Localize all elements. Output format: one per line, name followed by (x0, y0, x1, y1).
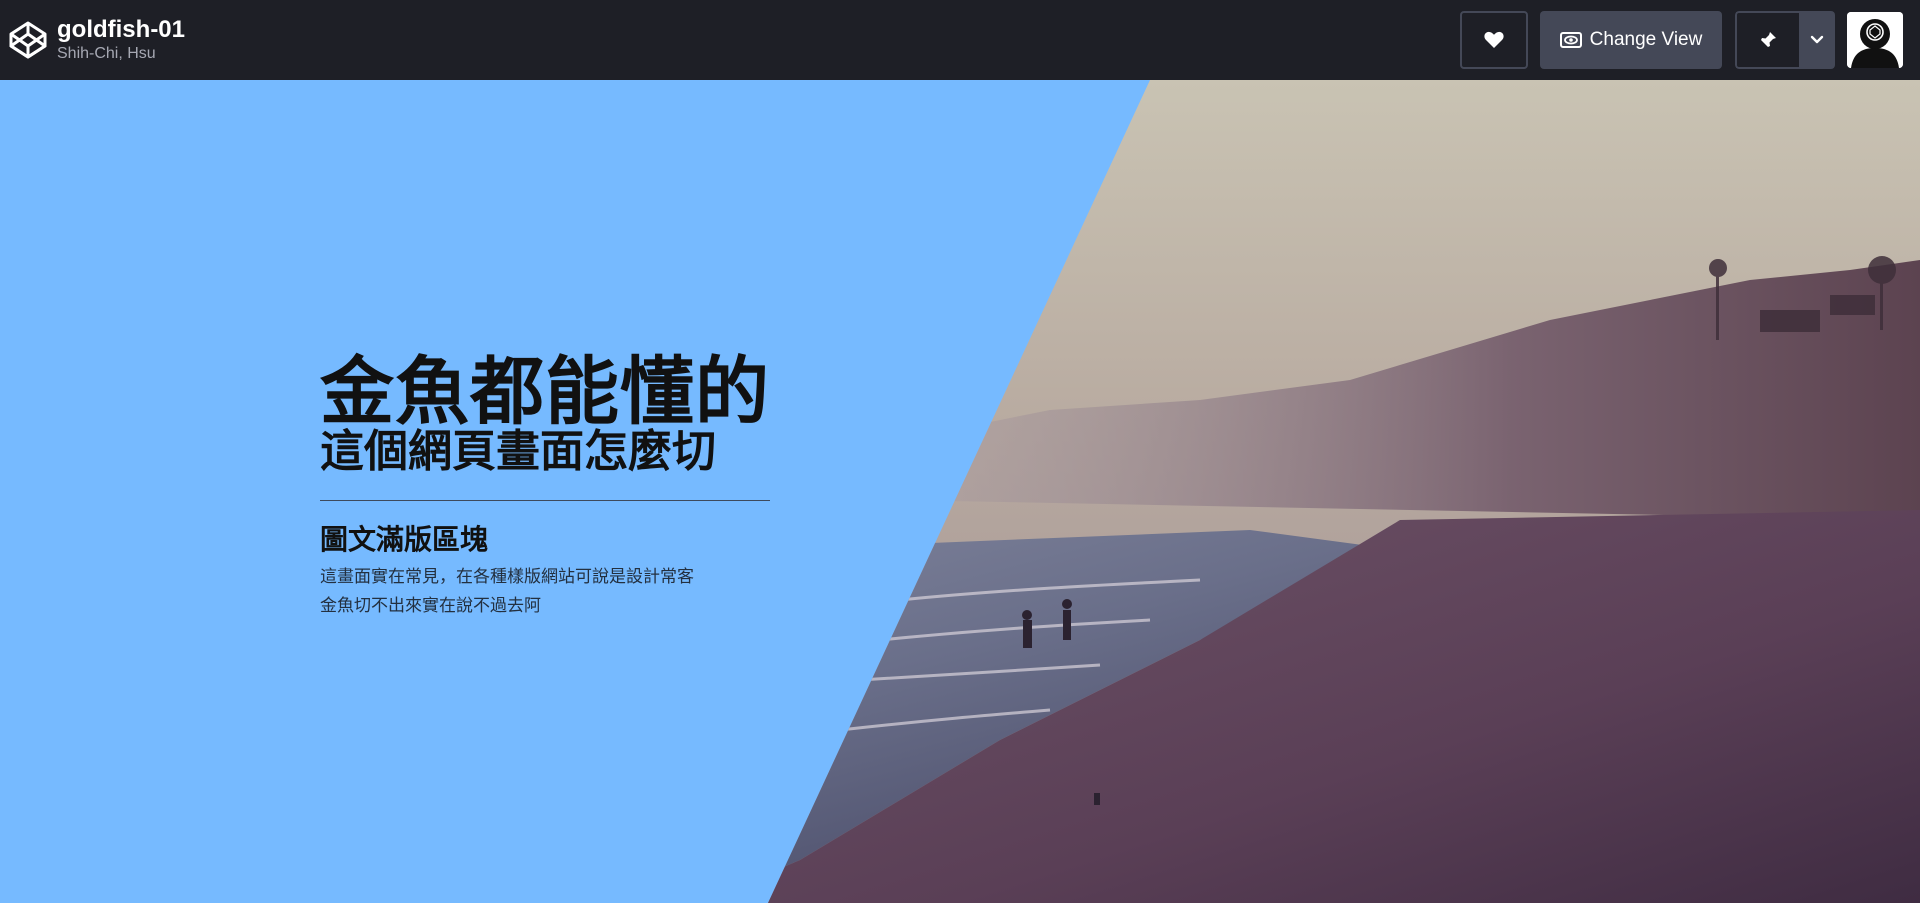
chevron-down-icon (1810, 35, 1824, 44)
change-view-label: Change View (1589, 29, 1703, 50)
pin-button-group (1735, 11, 1835, 69)
hero-description: 這畫面實在常見，在各種樣版網站可說是設計常客 金魚切不出來實在說不過去阿 (320, 563, 770, 621)
hero-divider (320, 500, 770, 501)
description-line-1: 這畫面實在常見，在各種樣版網站可說是設計常客 (320, 567, 694, 587)
hero-content: 金魚都能懂的 這個網頁畫面怎麼切 圖文滿版區塊 這畫面實在常見，在各種樣版網站可… (320, 352, 770, 621)
section-title: 圖文滿版區塊 (320, 523, 489, 556)
change-view-button[interactable]: Change View (1540, 11, 1722, 69)
pen-author[interactable]: Shih-Chi, Hsu (57, 44, 185, 64)
eye-view-icon (1559, 32, 1582, 48)
top-bar: goldfish-01 Shih-Chi, Hsu Change View (0, 0, 1920, 80)
hero-section: 金魚都能懂的 這個網頁畫面怎麼切 圖文滿版區塊 這畫面實在常見，在各種樣版網站可… (0, 80, 1920, 903)
pen-title[interactable]: goldfish-01 (57, 16, 185, 44)
pen-brand: goldfish-01 Shih-Chi, Hsu (8, 16, 185, 64)
user-avatar[interactable] (1847, 12, 1903, 68)
hero-subheadline: 這個網頁畫面怎麼切 (320, 426, 716, 477)
hero-headline: 金魚都能懂的 (320, 349, 770, 435)
pin-button[interactable] (1735, 11, 1799, 69)
header-actions: Change View (1460, 11, 1903, 69)
pin-menu-button[interactable] (1799, 11, 1835, 69)
avatar-image (1847, 12, 1903, 68)
codepen-logo-icon[interactable] (8, 20, 48, 60)
heart-button[interactable] (1460, 11, 1528, 69)
description-line-2: 金魚切不出來實在說不過去阿 (320, 596, 541, 616)
pin-icon (1760, 32, 1776, 48)
heart-icon (1484, 31, 1504, 48)
beach-photo (0, 80, 1920, 903)
